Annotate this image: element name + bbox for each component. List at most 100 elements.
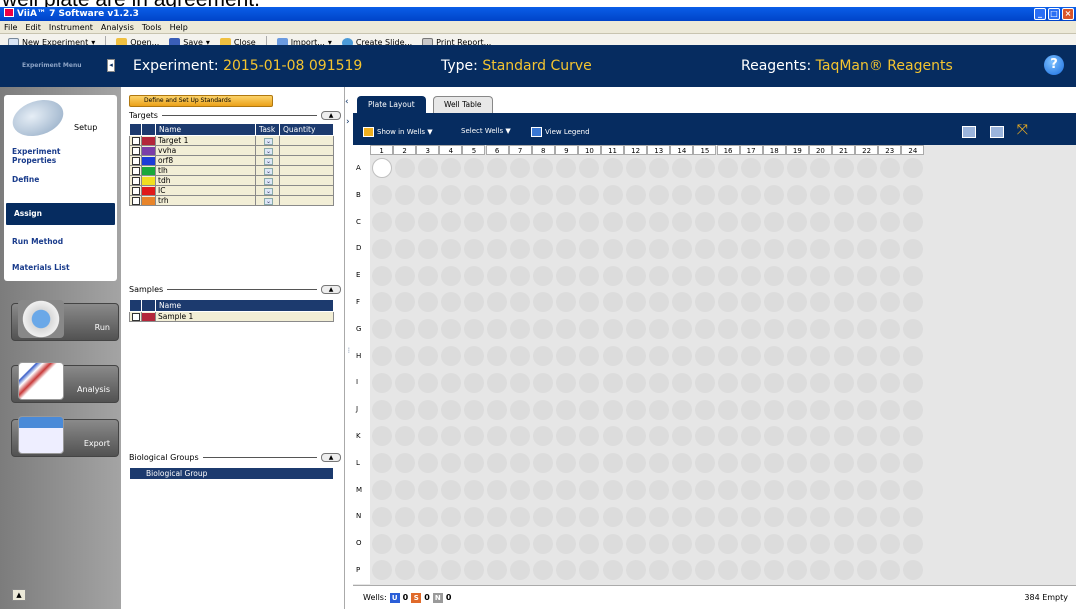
plate-well[interactable] xyxy=(440,185,461,206)
split-right-arrow-icon[interactable]: › xyxy=(346,117,350,127)
plate-well[interactable] xyxy=(602,292,623,313)
plate-well[interactable] xyxy=(487,480,508,500)
plate-well[interactable] xyxy=(902,185,923,206)
plate-well[interactable] xyxy=(741,560,762,581)
plate-well[interactable] xyxy=(787,453,808,474)
plate-well[interactable] xyxy=(902,506,923,527)
plate-well[interactable] xyxy=(602,533,623,554)
zoom-in-icon[interactable] xyxy=(962,126,976,138)
plate-well[interactable] xyxy=(787,346,808,366)
plate-well[interactable] xyxy=(810,185,831,206)
plate-well[interactable] xyxy=(694,238,715,259)
plate-well[interactable] xyxy=(648,372,669,393)
plate-well[interactable] xyxy=(417,319,438,340)
plate-well[interactable] xyxy=(856,212,877,232)
column-header[interactable]: 14 xyxy=(670,145,694,155)
plate-well[interactable] xyxy=(810,560,831,581)
plate-well[interactable] xyxy=(648,185,669,206)
plate-well[interactable] xyxy=(371,480,392,500)
plate-well[interactable] xyxy=(394,238,415,259)
target-color-swatch[interactable] xyxy=(142,146,155,155)
plate-well[interactable] xyxy=(718,480,739,500)
plate-well[interactable] xyxy=(625,292,646,313)
plate-well[interactable] xyxy=(718,506,739,527)
plate-well[interactable] xyxy=(556,292,577,313)
plate-well[interactable] xyxy=(510,158,531,179)
plate-well[interactable] xyxy=(394,506,415,527)
plate-well[interactable] xyxy=(787,506,808,527)
plate-well[interactable] xyxy=(556,319,577,340)
plate-well[interactable] xyxy=(787,158,808,179)
plate-well[interactable] xyxy=(902,453,923,474)
plate-well[interactable] xyxy=(579,453,600,474)
plate-well[interactable] xyxy=(440,426,461,447)
plate-well[interactable] xyxy=(810,319,831,340)
plate-well[interactable] xyxy=(440,346,461,366)
plate-well[interactable] xyxy=(694,372,715,393)
plate-well[interactable] xyxy=(764,480,785,500)
plate-well[interactable] xyxy=(417,560,438,581)
plate-well[interactable] xyxy=(371,453,392,474)
plate-well[interactable] xyxy=(533,185,554,206)
row-header[interactable]: A xyxy=(353,155,370,182)
plate-well[interactable] xyxy=(671,346,692,366)
plate-well[interactable] xyxy=(787,533,808,554)
plate-well[interactable] xyxy=(879,426,900,447)
plate-well[interactable] xyxy=(694,560,715,581)
plate-well[interactable] xyxy=(671,238,692,259)
plate-well[interactable] xyxy=(487,319,508,340)
plate-well[interactable] xyxy=(764,319,785,340)
column-header[interactable]: 5 xyxy=(462,145,486,155)
plate-well[interactable] xyxy=(602,426,623,447)
plate-well[interactable] xyxy=(463,426,484,447)
plate-well[interactable] xyxy=(810,346,831,366)
plate-well[interactable] xyxy=(741,480,762,500)
column-header[interactable]: 9 xyxy=(554,145,578,155)
column-header[interactable]: 1 xyxy=(370,145,394,155)
plate-well[interactable] xyxy=(533,212,554,232)
fit-plate-icon[interactable]: ⤧ xyxy=(1017,123,1028,137)
plate-well[interactable] xyxy=(463,372,484,393)
plate-well[interactable] xyxy=(833,265,854,286)
plate-well[interactable] xyxy=(787,319,808,340)
collapse-bio-groups-button[interactable]: ▲ xyxy=(321,453,341,462)
plate-well[interactable] xyxy=(579,158,600,179)
plate-well[interactable] xyxy=(417,453,438,474)
plate-well[interactable] xyxy=(440,158,461,179)
plate-well[interactable] xyxy=(371,399,392,420)
plate-well[interactable] xyxy=(648,480,669,500)
plate-well[interactable] xyxy=(787,426,808,447)
plate-well[interactable] xyxy=(440,506,461,527)
target-row[interactable]: Target 1 ⌄ xyxy=(129,135,334,146)
plate-well[interactable] xyxy=(764,426,785,447)
plate-well[interactable] xyxy=(902,319,923,340)
plate-well[interactable] xyxy=(902,560,923,581)
plate-well[interactable] xyxy=(579,185,600,206)
target-color-swatch[interactable] xyxy=(142,136,155,145)
plate-well[interactable] xyxy=(625,319,646,340)
row-header[interactable]: E xyxy=(353,262,370,289)
plate-well[interactable] xyxy=(902,533,923,554)
plate-well[interactable] xyxy=(833,533,854,554)
plate-well[interactable] xyxy=(764,506,785,527)
target-checkbox[interactable] xyxy=(132,167,140,175)
target-name[interactable]: orf8 xyxy=(155,155,256,166)
plate-well[interactable] xyxy=(764,265,785,286)
close-window-button[interactable]: × xyxy=(1062,8,1074,20)
plate-well[interactable] xyxy=(856,238,877,259)
plate-well[interactable] xyxy=(856,185,877,206)
target-color-swatch[interactable] xyxy=(142,196,155,205)
plate-well[interactable] xyxy=(879,372,900,393)
plate-well[interactable] xyxy=(625,158,646,179)
plate-well[interactable] xyxy=(510,453,531,474)
panel-splitter[interactable]: ‹ › ⋮ xyxy=(345,87,353,609)
column-header[interactable]: 8 xyxy=(531,145,555,155)
column-header[interactable]: 3 xyxy=(416,145,440,155)
sidebar-item-run-method[interactable]: Run Method xyxy=(12,237,63,246)
plate-well[interactable] xyxy=(556,453,577,474)
plate-well[interactable] xyxy=(533,292,554,313)
plate-well[interactable] xyxy=(718,292,739,313)
plate-well[interactable] xyxy=(533,346,554,366)
sample-name[interactable]: Sample 1 xyxy=(155,311,334,322)
plate-well[interactable] xyxy=(856,292,877,313)
